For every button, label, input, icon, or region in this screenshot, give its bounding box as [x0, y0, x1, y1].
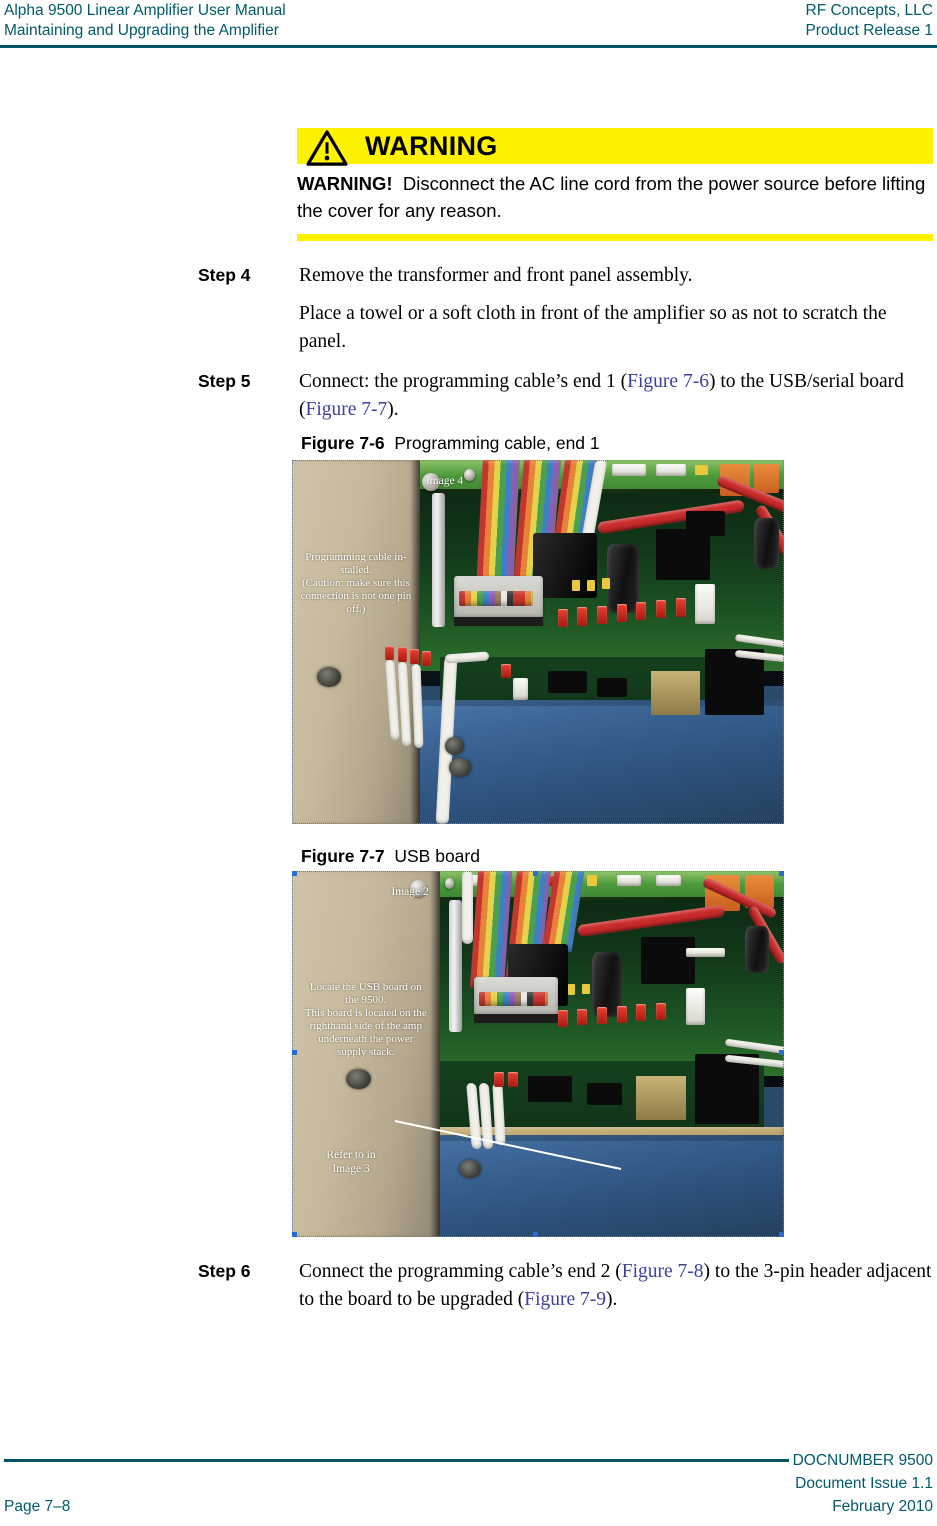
figure-7-6-photo: Image 4 Programming cable in- stalled. (… — [292, 460, 784, 824]
document-issue: Document Issue 1.1 — [795, 1475, 933, 1492]
figure-7-7-photo: Image 2 Locate the USB board on the 9500… — [292, 871, 784, 1237]
footer-rule — [4, 1459, 789, 1462]
step-4-text-2: Place a towel or a soft cloth in front o… — [299, 303, 887, 352]
doc-number: DOCNUMBER 9500 — [792, 1452, 933, 1469]
warning-title: WARNING — [365, 131, 498, 161]
step-6-body: Connect the programming cable’s end 2 (F… — [299, 1258, 936, 1314]
selection-handle-bottom-right[interactable] — [779, 1232, 784, 1237]
warning-band: WARNING — [297, 128, 933, 166]
figure-7-7-number: Figure 7-7 — [301, 846, 385, 866]
page-number: Page 7–8 — [4, 1498, 71, 1515]
step-6-paragraph-1: Connect the programming cable’s end 2 (F… — [299, 1258, 936, 1314]
xref-figure-7-9[interactable]: Figure 7-9 — [524, 1289, 606, 1310]
selection-handle-middle-right[interactable] — [779, 1050, 784, 1056]
warning-body: WARNING! Disconnect the AC line cord fro… — [297, 164, 933, 228]
warning-triangle-icon — [306, 130, 348, 166]
step-6-text-3: ). — [606, 1289, 618, 1310]
selection-handle-top-center[interactable] — [533, 871, 539, 876]
header-right-text: RF Concepts, LLC Product Release 1 — [805, 1, 933, 41]
figure-7-6-caption: Figure 7-6 Programming cable, end 1 — [301, 432, 600, 454]
header-left-text: Alpha 9500 Linear Amplifier User Manual … — [4, 1, 286, 41]
step-5-text-1: Connect: the programming cable’s end 1 ( — [299, 371, 628, 392]
warning-lead: WARNING! — [297, 173, 393, 194]
page-footer: DOCNUMBER 9500 Document Issue 1.1 Februa… — [0, 1437, 937, 1526]
figure-7-7-caption: Figure 7-7 USB board — [301, 845, 480, 867]
step-6-label: Step 6 — [198, 1261, 251, 1281]
selection-handle-top-left[interactable] — [292, 871, 297, 876]
figure-7-6-number: Figure 7-6 — [301, 433, 385, 453]
figure-7-6-annotation-cable-note: Programming cable in- stalled. (Caution:… — [300, 551, 412, 615]
manual-title: Alpha 9500 Linear Amplifier User Manual — [4, 2, 286, 19]
warning-callout: WARNING WARNING! Disconnect the AC line … — [297, 128, 933, 241]
step-5-paragraph-1: Connect: the programming cable’s end 1 (… — [299, 368, 936, 424]
product-release: Product Release 1 — [805, 22, 933, 39]
step-5-body: Connect: the programming cable’s end 1 (… — [299, 368, 936, 424]
header-rule — [0, 45, 937, 48]
selection-handle-bottom-center[interactable] — [533, 1232, 539, 1237]
figure-7-7-title: USB board — [394, 846, 480, 866]
xref-figure-7-6[interactable]: Figure 7-6 — [627, 371, 709, 392]
step-4-paragraph-2: Place a towel or a soft cloth in front o… — [299, 300, 936, 356]
xref-figure-7-8[interactable]: Figure 7-8 — [622, 1261, 704, 1282]
footer-right-text: DOCNUMBER 9500 Document Issue 1.1 Februa… — [793, 1449, 933, 1518]
document-page: Alpha 9500 Linear Amplifier User Manual … — [0, 0, 937, 1526]
step-4-label: Step 4 — [198, 265, 251, 285]
xref-figure-7-7[interactable]: Figure 7-7 — [306, 399, 388, 420]
figure-7-6-annotation-image-label: Image 4 — [425, 474, 464, 487]
selection-handle-bottom-left[interactable] — [292, 1232, 297, 1237]
chapter-title: Maintaining and Upgrading the Amplifier — [4, 22, 279, 39]
step-4-text-1: Remove the transformer and front panel a… — [299, 265, 693, 286]
figure-7-7-annotation-image-label: Image 2 — [391, 885, 429, 898]
figure-7-6-title: Programming cable, end 1 — [394, 433, 600, 453]
step-5-label: Step 5 — [198, 371, 251, 391]
page-header: Alpha 9500 Linear Amplifier User Manual … — [0, 0, 937, 48]
step-5-text-3: ). — [387, 399, 399, 420]
figure-7-7-annotation-locate-note: Locate the USB board on the 9500. This b… — [304, 980, 427, 1058]
document-date: February 2010 — [832, 1498, 933, 1515]
company-name: RF Concepts, LLC — [805, 2, 934, 19]
step-6-text-1: Connect the programming cable’s end 2 ( — [299, 1261, 622, 1282]
selection-handle-middle-left[interactable] — [292, 1050, 297, 1056]
figure-7-7-annotation-refer-note: Refer to in Image 3 — [326, 1149, 376, 1175]
step-4-paragraph-1: Remove the transformer and front panel a… — [299, 262, 936, 290]
warning-bottom-bar — [297, 234, 933, 241]
step-4-body: Remove the transformer and front panel a… — [299, 262, 936, 356]
selection-handle-top-right[interactable] — [779, 871, 784, 876]
